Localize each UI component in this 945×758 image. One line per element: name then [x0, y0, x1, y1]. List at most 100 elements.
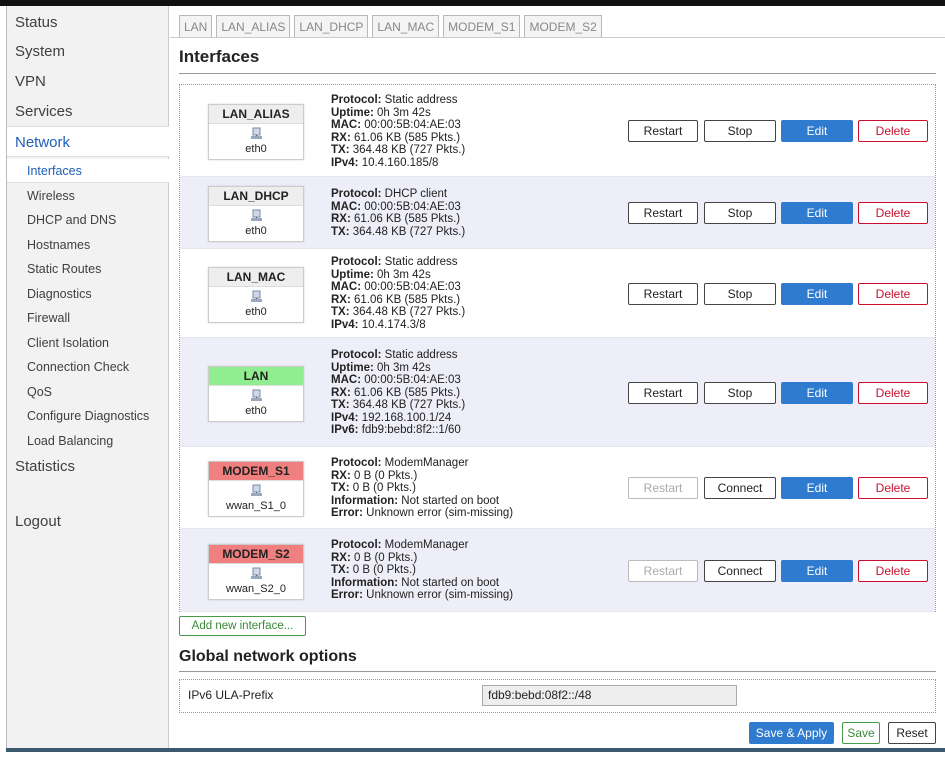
info-line: Error: Unknown error (sim-missing): [331, 507, 513, 520]
info-value: 364.48 KB (727 Pkts.): [349, 225, 466, 238]
info-key: RX:: [331, 551, 351, 564]
interface-info: Protocol: Static address Uptime: 0h 3m 42…: [331, 349, 465, 437]
connect-button[interactable]: Connect: [704, 560, 776, 582]
info-line: TX: 0 B (0 Pkts.): [331, 564, 513, 577]
save-apply-button[interactable]: Save & Apply: [749, 722, 834, 744]
stop-button[interactable]: Stop: [704, 283, 776, 305]
connect-button[interactable]: Connect: [704, 477, 776, 499]
nav-sub-connection-check[interactable]: Connection Check: [7, 355, 169, 379]
info-value: 00:00:5B:04:AE:03: [361, 374, 461, 386]
nav-network[interactable]: Network: [7, 126, 169, 157]
bottom-bar: [6, 748, 945, 752]
edit-button[interactable]: Edit: [781, 560, 853, 582]
nav-logout[interactable]: Logout: [7, 507, 169, 536]
network-port-icon: [209, 567, 303, 583]
tab-lan-mac[interactable]: LAN_MAC: [372, 15, 440, 38]
info-line: IPv4: 10.4.174.3/8: [331, 319, 465, 332]
stop-button[interactable]: Stop: [704, 382, 776, 404]
nav-sub-load-balancing[interactable]: Load Balancing: [7, 429, 169, 453]
interface-badge: MODEM_S1 wwan_S1_0: [208, 461, 304, 517]
info-key: TX:: [331, 399, 350, 411]
delete-button[interactable]: Delete: [858, 477, 928, 499]
info-key: TX:: [331, 564, 350, 576]
info-value: 00:00:5B:04:AE:03: [361, 281, 461, 293]
info-key: Uptime:: [331, 106, 374, 119]
info-value: Static address: [381, 349, 458, 361]
nav-system[interactable]: System: [7, 37, 169, 66]
tab-lan-alias[interactable]: LAN_ALIAS: [216, 15, 291, 38]
info-key: Protocol:: [331, 539, 382, 551]
info-value: 61.06 KB (585 Pkts.): [350, 386, 461, 399]
info-line: RX: 0 B (0 Pkts.): [331, 470, 513, 483]
nav-sub-interfaces[interactable]: Interfaces: [7, 159, 169, 183]
restart-button[interactable]: Restart: [628, 477, 698, 499]
info-value: fdb9:bebd:8f2::1/60: [358, 424, 461, 436]
info-line: RX: 61.06 KB (585 Pkts.): [331, 387, 465, 400]
nav-sub-static-routes[interactable]: Static Routes: [7, 257, 169, 281]
nav-sub-dhcp-dns[interactable]: DHCP and DNS: [7, 208, 169, 232]
edit-button[interactable]: Edit: [781, 120, 853, 142]
nav-sub-firewall[interactable]: Firewall: [7, 306, 169, 330]
tab-lan-dhcp[interactable]: LAN_DHCP: [294, 15, 369, 38]
stop-button[interactable]: Stop: [704, 120, 776, 142]
info-key: MAC:: [331, 119, 362, 131]
info-value: 10.4.174.3/8: [358, 318, 426, 331]
info-line: MAC: 00:00:5B:04:AE:03: [331, 201, 465, 214]
nav-status[interactable]: Status: [7, 8, 169, 37]
info-line: TX: 364.48 KB (727 Pkts.): [331, 399, 465, 412]
info-value: Unknown error (sim-missing): [362, 507, 514, 519]
restart-button[interactable]: Restart: [628, 202, 698, 224]
nav-sub-configure-diagnostics[interactable]: Configure Diagnostics: [7, 404, 169, 428]
interface-name: LAN_DHCP: [209, 187, 303, 206]
info-value: 0h 3m 42s: [373, 268, 431, 281]
edit-button[interactable]: Edit: [781, 477, 853, 499]
nav-sub-qos[interactable]: QoS: [7, 380, 169, 404]
nav-services[interactable]: Services: [7, 97, 169, 126]
restart-button[interactable]: Restart: [628, 382, 698, 404]
global-options-box: IPv6 ULA-Prefix fdb9:bebd:08f2::/48: [179, 679, 936, 713]
info-key: Error:: [331, 589, 363, 601]
delete-button[interactable]: Delete: [858, 382, 928, 404]
info-key: RX:: [331, 131, 351, 144]
edit-button[interactable]: Edit: [781, 283, 853, 305]
info-key: Protocol:: [331, 256, 382, 268]
interface-device: eth0: [245, 143, 267, 155]
info-value: 61.06 KB (585 Pkts.): [350, 293, 461, 306]
network-port-icon: [209, 127, 303, 143]
info-key: MAC:: [331, 200, 362, 213]
delete-button[interactable]: Delete: [858, 283, 928, 305]
reset-button[interactable]: Reset: [888, 722, 936, 744]
info-line: Uptime: 0h 3m 42s: [331, 362, 465, 375]
edit-button[interactable]: Edit: [781, 382, 853, 404]
nav-sub-diagnostics[interactable]: Diagnostics: [7, 282, 169, 306]
info-line: TX: 0 B (0 Pkts.): [331, 482, 513, 495]
info-key: TX:: [331, 306, 350, 318]
info-line: Information: Not started on boot: [331, 495, 513, 508]
nav-statistics[interactable]: Statistics: [7, 452, 169, 481]
nav-sub-wireless[interactable]: Wireless: [7, 184, 169, 208]
add-interface-button[interactable]: Add new interface...: [179, 616, 306, 636]
delete-button[interactable]: Delete: [858, 560, 928, 582]
save-button[interactable]: Save: [842, 722, 880, 744]
delete-button[interactable]: Delete: [858, 202, 928, 224]
ula-prefix-input[interactable]: fdb9:bebd:08f2::/48: [482, 685, 737, 706]
tab-modem-s2[interactable]: MODEM_S2: [524, 15, 602, 38]
nav-sub-hostnames[interactable]: Hostnames: [7, 233, 169, 257]
interface-info: Protocol: Static address Uptime: 0h 3m 42…: [331, 94, 465, 169]
restart-button[interactable]: Restart: [628, 560, 698, 582]
edit-button[interactable]: Edit: [781, 202, 853, 224]
interface-name: LAN: [209, 367, 303, 386]
info-line: Uptime: 0h 3m 42s: [331, 269, 465, 282]
delete-button[interactable]: Delete: [858, 120, 928, 142]
info-key: Error:: [331, 507, 363, 519]
tab-lan[interactable]: LAN: [179, 15, 213, 38]
nav-sub-client-isolation[interactable]: Client Isolation: [7, 331, 169, 355]
tab-modem-s1[interactable]: MODEM_S1: [443, 15, 521, 38]
info-line: Protocol: ModemManager: [331, 457, 513, 470]
stop-button[interactable]: Stop: [704, 202, 776, 224]
nav-vpn[interactable]: VPN: [7, 67, 169, 96]
restart-button[interactable]: Restart: [628, 120, 698, 142]
restart-button[interactable]: Restart: [628, 283, 698, 305]
info-key: TX:: [331, 482, 350, 494]
info-key: Protocol:: [331, 457, 382, 469]
